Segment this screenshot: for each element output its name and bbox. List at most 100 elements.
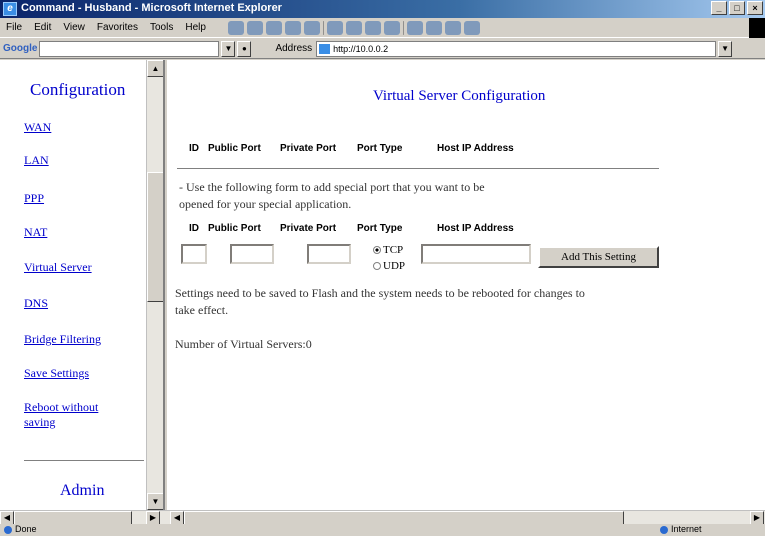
page-icon: [319, 43, 331, 54]
edit-icon[interactable]: [444, 20, 461, 35]
scrollbar-thumb[interactable]: [147, 172, 163, 302]
port-type-tcp[interactable]: TCP: [373, 244, 403, 256]
note-text-line2: take effect.: [175, 303, 229, 317]
form-header-port-type: Port Type: [357, 223, 403, 234]
intro-text-line2: opened for your special application.: [179, 197, 352, 211]
menu-favorites[interactable]: Favorites: [91, 22, 144, 33]
table-header-private-port: Private Port: [280, 143, 337, 154]
status-done: Done: [15, 524, 37, 534]
horizontal-scrollbar[interactable]: ◀ ▶ ◀ ▶: [0, 510, 765, 525]
toolbar: [227, 20, 480, 35]
google-logo: Google: [3, 43, 38, 54]
page-title: Virtual Server Configuration: [373, 88, 546, 104]
scroll-up-icon[interactable]: ▲: [147, 60, 163, 77]
forward-icon[interactable]: [246, 20, 263, 35]
menu-help[interactable]: Help: [179, 22, 212, 33]
status-bar: Done Internet: [0, 524, 765, 536]
main-frame: Virtual Server Configuration ID Public P…: [167, 60, 765, 510]
udp-radio[interactable]: [373, 262, 381, 270]
ie-icon: e: [3, 2, 17, 16]
scroll-left-icon[interactable]: ◀: [170, 511, 184, 525]
status-internet: Internet: [671, 524, 702, 534]
private-port-input[interactable]: [307, 244, 351, 264]
home-icon[interactable]: [303, 20, 320, 35]
add-setting-button[interactable]: Add This Setting: [538, 246, 659, 268]
table-header-id: ID: [189, 143, 199, 154]
port-type-udp[interactable]: UDP: [373, 260, 405, 272]
sidebar-frame: Configuration WAN LAN PPP NAT Virtual Se…: [0, 60, 165, 510]
sidebar-link-virtual-server[interactable]: Virtual Server: [24, 260, 92, 275]
note-text-line1: Settings need to be saved to Flash and t…: [175, 286, 585, 300]
form-header-host-ip: Host IP Address: [437, 223, 514, 234]
close-button[interactable]: ×: [747, 1, 763, 15]
address-input[interactable]: http://10.0.0.2: [316, 40, 717, 57]
maximize-button[interactable]: □: [729, 1, 745, 15]
internet-zone-icon: [660, 525, 668, 534]
host-ip-input[interactable]: [421, 244, 531, 264]
sidebar-admin-heading: Admin: [60, 482, 105, 499]
scroll-down-icon[interactable]: ▼: [147, 493, 163, 510]
window-controls: _ □ ×: [711, 1, 763, 15]
table-header-host-ip: Host IP Address: [437, 143, 514, 154]
search-icon[interactable]: [326, 20, 343, 35]
history-icon[interactable]: [383, 20, 400, 35]
status-zone: Internet: [660, 524, 702, 534]
menu-bar: File Edit View Favorites Tools Help: [0, 18, 765, 38]
print-icon[interactable]: [425, 20, 442, 35]
toolbar-separator: [402, 20, 404, 35]
menu-tools[interactable]: Tools: [144, 22, 179, 33]
window-title-bar: e Command - Husband - Microsoft Internet…: [0, 0, 765, 18]
scroll-left-icon[interactable]: ◀: [0, 511, 14, 525]
sidebar-divider: [24, 460, 144, 461]
sidebar-link-dns[interactable]: DNS: [24, 296, 48, 311]
address-label: Address: [275, 43, 313, 54]
window-title: Command - Husband - Microsoft Internet E…: [21, 2, 282, 14]
id-input[interactable]: [181, 244, 207, 264]
form-header-public-port: Public Port: [208, 223, 261, 234]
discuss-icon[interactable]: [463, 20, 480, 35]
status-text: Done: [4, 524, 37, 534]
table-header-port-type: Port Type: [357, 143, 403, 154]
sidebar-link-ppp[interactable]: PPP: [24, 191, 44, 206]
scrollbar-thumb-main[interactable]: [184, 511, 624, 525]
sidebar-link-reboot[interactable]: Reboot without saving: [24, 400, 114, 430]
menu-file[interactable]: File: [0, 22, 28, 33]
form-header-id: ID: [189, 223, 199, 234]
address-dropdown-icon[interactable]: ▼: [718, 40, 733, 57]
scrollbar-thumb-left[interactable]: [14, 511, 132, 525]
intro-text-line1: - Use the following form to add special …: [179, 180, 485, 194]
udp-label: UDP: [383, 260, 406, 272]
tcp-radio[interactable]: [373, 246, 381, 254]
sidebar-title: Configuration: [30, 80, 126, 99]
toolbar-separator: [322, 20, 324, 35]
google-search-input[interactable]: [39, 40, 220, 57]
table-divider: [177, 168, 659, 169]
sidebar-link-wan[interactable]: WAN: [24, 120, 51, 135]
menu-view[interactable]: View: [57, 22, 91, 33]
minimize-button[interactable]: _: [711, 1, 727, 15]
refresh-icon[interactable]: [284, 20, 301, 35]
virtual-server-count: Number of Virtual Servers:0: [175, 337, 312, 351]
table-header-public-port: Public Port: [208, 143, 261, 154]
google-dropdown-icon[interactable]: ▼: [221, 40, 236, 57]
scroll-right-icon[interactable]: ▶: [750, 511, 764, 525]
windows-logo-icon: [749, 18, 765, 38]
stop-icon[interactable]: [265, 20, 282, 35]
address-url: http://10.0.0.2: [333, 43, 389, 54]
sidebar-scrollbar[interactable]: ▲ ▼: [146, 60, 163, 510]
sidebar-link-bridge-filtering[interactable]: Bridge Filtering: [24, 332, 101, 347]
google-search-button[interactable]: ●: [237, 40, 252, 57]
scroll-right-icon[interactable]: ▶: [146, 511, 160, 525]
done-icon: [4, 525, 12, 534]
public-port-input[interactable]: [230, 244, 274, 264]
tcp-label: TCP: [383, 244, 404, 256]
back-icon[interactable]: [227, 20, 244, 35]
favorites-icon[interactable]: [345, 20, 362, 35]
sidebar-link-nat[interactable]: NAT: [24, 225, 47, 240]
menu-edit[interactable]: Edit: [28, 22, 57, 33]
media-icon[interactable]: [364, 20, 381, 35]
mail-icon[interactable]: [406, 20, 423, 35]
sidebar-link-save-settings[interactable]: Save Settings: [24, 366, 89, 381]
form-header-private-port: Private Port: [280, 223, 337, 234]
sidebar-link-lan[interactable]: LAN: [24, 153, 49, 168]
